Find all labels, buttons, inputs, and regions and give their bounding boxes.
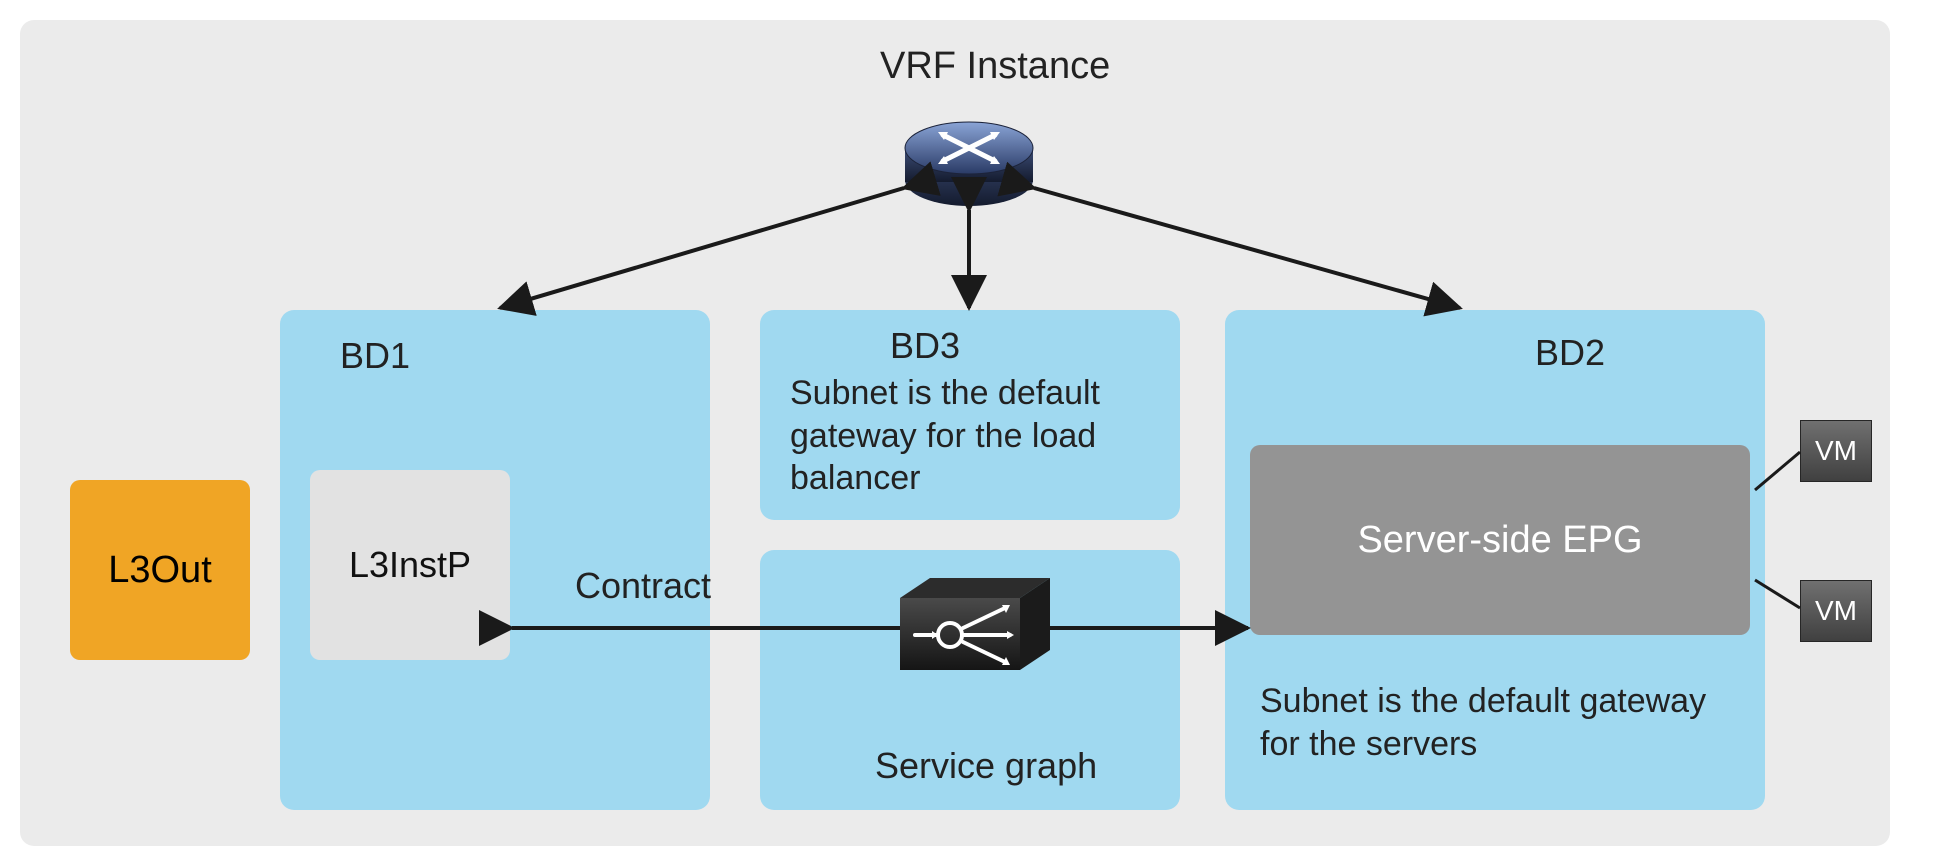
service-graph-label: Service graph	[875, 745, 1097, 787]
arrow-router-bd1	[500, 188, 904, 308]
vrf-title: VRF Instance	[880, 45, 1110, 88]
bd2-title: BD2	[1535, 332, 1605, 374]
l3instp-label: L3InstP	[349, 544, 471, 586]
vrf-instance-container: VRF Instance L3Out BD1 L3InstP BD3 Subne…	[20, 20, 1890, 846]
bd1-box: BD1 L3InstP	[280, 310, 710, 810]
arrow-router-bd2	[1034, 188, 1460, 308]
vm-icon: VM	[1800, 580, 1872, 642]
l3out-label: L3Out	[108, 549, 212, 592]
l3instp-box: L3InstP	[310, 470, 510, 660]
service-graph-box: Service graph	[760, 550, 1180, 810]
contract-label: Contract	[575, 565, 711, 607]
vm-icon: VM	[1800, 420, 1872, 482]
bd3-title: BD3	[890, 325, 960, 367]
server-side-epg-box: Server-side EPG	[1250, 445, 1750, 635]
bd3-box: BD3 Subnet is the default gateway for th…	[760, 310, 1180, 520]
bd2-subtitle: Subnet is the default gateway for the se…	[1260, 680, 1740, 765]
bd2-box: BD2 Server-side EPG Subnet is the defaul…	[1225, 310, 1765, 810]
server-side-epg-label: Server-side EPG	[1357, 519, 1642, 562]
router-icon	[905, 122, 1033, 206]
bd3-subtitle: Subnet is the default gateway for the lo…	[790, 372, 1170, 500]
bd1-title: BD1	[340, 335, 410, 377]
l3out-box: L3Out	[70, 480, 250, 660]
